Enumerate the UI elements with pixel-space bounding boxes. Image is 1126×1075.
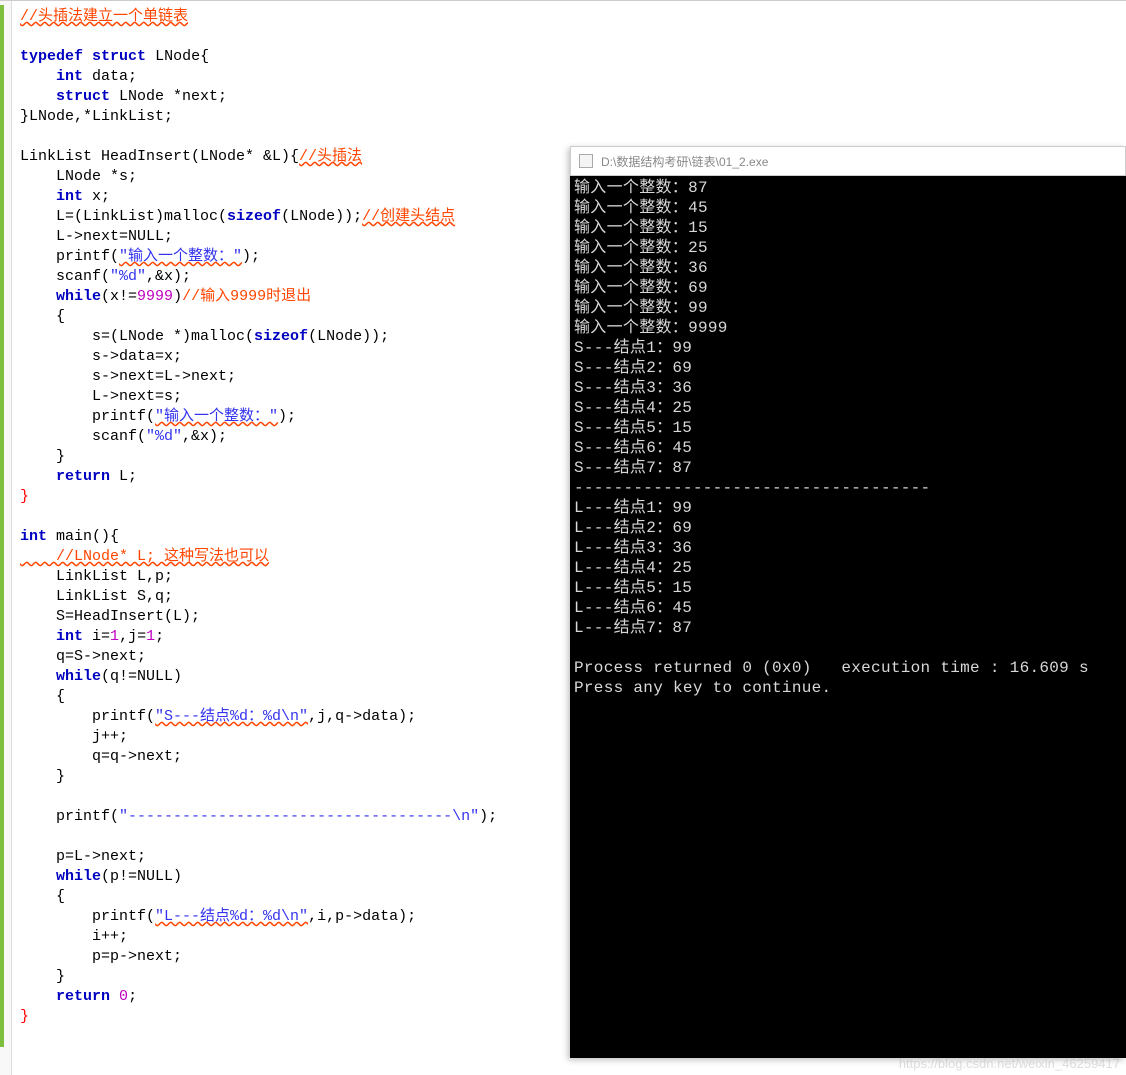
keyword-return: return bbox=[56, 988, 110, 1005]
token: { bbox=[20, 688, 65, 705]
string-literal: "------------------------------------\n" bbox=[119, 808, 479, 825]
code-comment: //头插法 bbox=[299, 148, 362, 165]
code-comment: //创建头结点 bbox=[362, 208, 455, 225]
fn-signature: LinkList HeadInsert(LNode* &L){ bbox=[20, 148, 299, 165]
keyword-return: return bbox=[56, 468, 110, 485]
token: ,&x); bbox=[182, 428, 227, 445]
console-window[interactable]: D:\数据结构考研\链表\01_2.exe 输入一个整数：87 输入一个整数：4… bbox=[570, 146, 1126, 1058]
string-literal: "S---结点%d：%d\n" bbox=[155, 708, 308, 725]
token: (q!=NULL) bbox=[101, 668, 182, 685]
token: ); bbox=[278, 408, 296, 425]
token: } bbox=[20, 968, 65, 985]
console-app-icon bbox=[579, 154, 593, 168]
token: s=(LNode *)malloc( bbox=[20, 328, 254, 345]
token: i++; bbox=[20, 928, 128, 945]
keyword-while: while bbox=[56, 868, 101, 885]
token: (p!=NULL) bbox=[101, 868, 182, 885]
token: main(){ bbox=[47, 528, 119, 545]
token: s->next=L->next; bbox=[20, 368, 236, 385]
keyword-while: while bbox=[56, 668, 101, 685]
token: }LNode,*LinkList; bbox=[20, 108, 173, 125]
editor-gutter bbox=[0, 1, 12, 1075]
token: L->next=NULL; bbox=[20, 228, 173, 245]
code-comment: //输入9999时退出 bbox=[182, 288, 311, 305]
number-literal: 0 bbox=[119, 988, 128, 1005]
token: LNode bbox=[155, 48, 200, 65]
token: } bbox=[20, 768, 65, 785]
keyword-int: int bbox=[56, 68, 83, 85]
code-comment: //LNode* L; 这种写法也可以 bbox=[20, 548, 269, 565]
console-titlebar[interactable]: D:\数据结构考研\链表\01_2.exe bbox=[570, 146, 1126, 176]
token: L->next=s; bbox=[20, 388, 182, 405]
token: data; bbox=[83, 68, 137, 85]
number-literal: 1 bbox=[146, 628, 155, 645]
token: { bbox=[20, 308, 65, 325]
console-output[interactable]: 输入一个整数：87 输入一个整数：45 输入一个整数：15 输入一个整数：25 … bbox=[570, 176, 1126, 700]
token: L; bbox=[110, 468, 137, 485]
token: ; bbox=[128, 988, 137, 1005]
token: (LNode)); bbox=[308, 328, 389, 345]
token: L=(LinkList)malloc( bbox=[20, 208, 227, 225]
token: } bbox=[20, 448, 65, 465]
console-title: D:\数据结构考研\链表\01_2.exe bbox=[601, 153, 768, 170]
keyword-while: while bbox=[56, 288, 101, 305]
token: ,j,q->data); bbox=[308, 708, 416, 725]
string-literal: "输入一个整数：" bbox=[119, 248, 242, 265]
token: ,i,p->data); bbox=[308, 908, 416, 925]
keyword-typedef: typedef bbox=[20, 48, 83, 65]
change-indicator bbox=[0, 5, 4, 1047]
token: j++; bbox=[20, 728, 128, 745]
token: S=HeadInsert(L); bbox=[20, 608, 200, 625]
token: printf( bbox=[20, 908, 155, 925]
keyword-int: int bbox=[20, 528, 47, 545]
token: printf( bbox=[20, 248, 119, 265]
token: ) bbox=[173, 288, 182, 305]
token: printf( bbox=[20, 708, 155, 725]
string-literal: "输入一个整数：" bbox=[155, 408, 278, 425]
token: scanf( bbox=[20, 268, 110, 285]
token: printf( bbox=[20, 808, 119, 825]
token: p=L->next; bbox=[20, 848, 146, 865]
number-literal: 9999 bbox=[137, 288, 173, 305]
token: LNode bbox=[110, 88, 173, 105]
token bbox=[20, 188, 56, 205]
token: printf( bbox=[20, 408, 155, 425]
token: (LNode)); bbox=[281, 208, 362, 225]
token: q=q->next; bbox=[20, 748, 182, 765]
token: p=p->next; bbox=[20, 948, 182, 965]
number-literal: 1 bbox=[110, 628, 119, 645]
keyword-struct: struct bbox=[92, 48, 146, 65]
keyword-sizeof: sizeof bbox=[254, 328, 308, 345]
token: { bbox=[20, 888, 65, 905]
string-literal: "L---结点%d：%d\n" bbox=[155, 908, 308, 925]
token bbox=[110, 988, 119, 1005]
keyword-struct: struct bbox=[56, 88, 110, 105]
token: s->data=x; bbox=[20, 348, 182, 365]
token: LNode *s; bbox=[20, 168, 137, 185]
string-literal: "%d" bbox=[146, 428, 182, 445]
token: LinkList S,q; bbox=[20, 588, 173, 605]
keyword-int: int bbox=[56, 188, 83, 205]
token: q=S->next; bbox=[20, 648, 146, 665]
brace: } bbox=[20, 488, 29, 505]
token: (x!= bbox=[101, 288, 137, 305]
token: i= bbox=[83, 628, 110, 645]
token: ; bbox=[155, 628, 164, 645]
token: x; bbox=[83, 188, 110, 205]
code-comment: //头插法建立一个单链表 bbox=[20, 8, 188, 25]
brace: { bbox=[200, 48, 209, 65]
watermark: https://blog.csdn.net/weixin_46259417 bbox=[899, 1056, 1120, 1071]
token: ,j= bbox=[119, 628, 146, 645]
token: ); bbox=[242, 248, 260, 265]
token: *next; bbox=[173, 88, 227, 105]
token: scanf( bbox=[20, 428, 146, 445]
token: ); bbox=[479, 808, 497, 825]
string-literal: "%d" bbox=[110, 268, 146, 285]
keyword-int: int bbox=[56, 628, 83, 645]
keyword-sizeof: sizeof bbox=[227, 208, 281, 225]
token: LinkList L,p; bbox=[20, 568, 173, 585]
brace: } bbox=[20, 1008, 29, 1025]
token: ,&x); bbox=[146, 268, 191, 285]
token bbox=[20, 628, 56, 645]
